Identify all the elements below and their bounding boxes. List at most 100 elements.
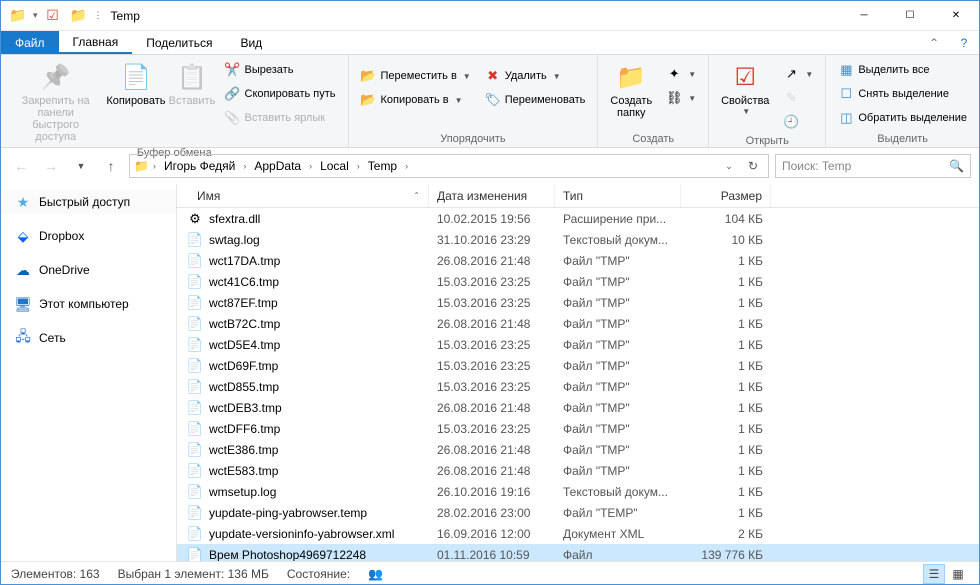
shortcut-icon: 📎	[225, 110, 241, 126]
copy-button[interactable]: 📄 Копировать	[108, 59, 163, 109]
file-row[interactable]: 📄Врем Photoshop496971224801.11.2016 10:5…	[177, 544, 979, 561]
file-row[interactable]: 📄wct87EF.tmp15.03.2016 23:25Файл "TMP"1 …	[177, 292, 979, 313]
file-row[interactable]: 📄wmsetup.log26.10.2016 19:16Текстовый до…	[177, 481, 979, 502]
crumb-2[interactable]: Local	[316, 159, 353, 173]
thumbnails-view-button[interactable]: ▦	[947, 564, 969, 584]
file-type: Файл "TMP"	[555, 464, 681, 478]
addr-dropdown[interactable]: ⌄	[718, 161, 740, 172]
search-input[interactable]: Поиск: Temp 🔍	[775, 154, 971, 178]
file-row[interactable]: 📄wctB72C.tmp26.08.2016 21:48Файл "TMP"1 …	[177, 313, 979, 334]
file-row[interactable]: 📄yupdate-ping-yabrowser.temp28.02.2016 2…	[177, 502, 979, 523]
nav-network[interactable]: 🖧Сеть	[1, 326, 176, 350]
open-button[interactable]: ↗▼	[779, 63, 817, 85]
file-name: wctB72C.tmp	[209, 317, 280, 331]
maximize-button[interactable]: ☐	[887, 1, 933, 31]
help-button[interactable]: ?	[949, 31, 979, 54]
crumb-1[interactable]: AppData	[250, 159, 305, 173]
crumb-3[interactable]: Temp	[364, 159, 401, 173]
tab-view[interactable]: Вид	[226, 31, 276, 54]
file-row[interactable]: 📄wct41C6.tmp15.03.2016 23:25Файл "TMP"1 …	[177, 271, 979, 292]
tab-home[interactable]: Главная	[59, 31, 133, 54]
copy-to-button[interactable]: 📂Копировать в▼	[357, 89, 475, 111]
tab-file[interactable]: Файл	[1, 31, 59, 54]
invert-selection-button[interactable]: ◫Обратить выделение	[834, 107, 971, 129]
refresh-button[interactable]: ↻	[742, 159, 764, 173]
move-to-button[interactable]: 📂Переместить в▼	[357, 65, 475, 87]
titlebar: 📁 ▾ ☑ 📁 ⋮ Temp ─ ☐ ✕	[1, 1, 979, 31]
file-name: wctD69F.tmp	[209, 359, 278, 373]
status-count: Элементов: 163	[11, 567, 118, 581]
edit-button[interactable]: ✎	[779, 87, 817, 109]
nav-dropbox[interactable]: ⬙Dropbox	[1, 224, 176, 248]
file-row[interactable]: 📄swtag.log31.10.2016 23:29Текстовый доку…	[177, 229, 979, 250]
file-row[interactable]: ⚙sfextra.dll10.02.2015 19:56Расширение п…	[177, 208, 979, 229]
rename-button[interactable]: 🏷Переименовать	[481, 89, 590, 111]
scissors-icon: ✂️	[225, 62, 241, 78]
pc-icon: 🖥	[15, 296, 31, 312]
tab-share[interactable]: Поделиться	[132, 31, 226, 54]
crumb-0[interactable]: Игорь Федяй	[160, 159, 239, 173]
new-folder-button[interactable]: 📁 Создать папку	[606, 59, 656, 121]
col-name[interactable]: Имя⌃	[177, 184, 429, 207]
rows[interactable]: ⚙sfextra.dll10.02.2015 19:56Расширение п…	[177, 208, 979, 561]
select-none-button[interactable]: ☐Снять выделение	[834, 83, 971, 105]
file-type: Файл "TMP"	[555, 317, 681, 331]
folder-icon[interactable]: 📁	[7, 5, 29, 27]
back-button[interactable]: ←	[9, 154, 33, 178]
paste-button[interactable]: 📋 Вставить	[169, 59, 214, 109]
new-folder-qat[interactable]: 📁	[68, 5, 90, 27]
copy-path-button[interactable]: 🔗Скопировать путь	[221, 83, 340, 105]
breadcrumb[interactable]: 📁 › Игорь Федяй› AppData› Local› Temp› ⌄…	[129, 154, 769, 178]
file-row[interactable]: 📄yupdate-versioninfo-yabrowser.xml16.09.…	[177, 523, 979, 544]
history-button[interactable]: 🕘	[779, 111, 817, 133]
nav-onedrive[interactable]: ☁OneDrive	[1, 258, 176, 282]
history-dropdown[interactable]: ▼	[69, 154, 93, 178]
file-date: 15.03.2016 23:25	[429, 275, 555, 289]
file-type: Текстовый докум...	[555, 233, 681, 247]
file-name: wct17DA.tmp	[209, 254, 280, 268]
file-date: 10.02.2015 19:56	[429, 212, 555, 226]
details-view-button[interactable]: ☰	[923, 564, 945, 584]
forward-button[interactable]: →	[39, 154, 63, 178]
properties-qat[interactable]: ☑	[42, 5, 64, 27]
pin-to-quick-access-button[interactable]: 📌 Закрепить на панели быстрого доступа	[9, 59, 102, 145]
file-list: Имя⌃ Дата изменения Тип Размер ⚙sfextra.…	[177, 184, 979, 561]
nav-this-pc[interactable]: 🖥Этот компьютер	[1, 292, 176, 316]
cut-button[interactable]: ✂️Вырезать	[221, 59, 340, 81]
delete-button[interactable]: ✖Удалить▼	[481, 65, 590, 87]
properties-button[interactable]: ☑ Свойства ▼	[717, 59, 773, 118]
up-button[interactable]: ↑	[99, 154, 123, 178]
ribbon-collapse-button[interactable]: ⌃	[919, 31, 949, 54]
file-row[interactable]: 📄wct17DA.tmp26.08.2016 21:48Файл "TMP"1 …	[177, 250, 979, 271]
new-item-icon: ✦	[666, 66, 682, 82]
easy-access-button[interactable]: ⛓▼	[662, 87, 700, 109]
chevron-right-icon[interactable]: ›	[151, 161, 158, 171]
file-size: 139 776 КБ	[681, 548, 771, 562]
file-row[interactable]: 📄wctDEB3.tmp26.08.2016 21:48Файл "TMP"1 …	[177, 397, 979, 418]
col-size[interactable]: Размер	[681, 184, 771, 207]
invert-icon: ◫	[838, 110, 854, 126]
file-row[interactable]: 📄wctD69F.tmp15.03.2016 23:25Файл "TMP"1 …	[177, 355, 979, 376]
file-row[interactable]: 📄wctE583.tmp26.08.2016 21:48Файл "TMP"1 …	[177, 460, 979, 481]
file-row[interactable]: 📄wctE386.tmp26.08.2016 21:48Файл "TMP"1 …	[177, 439, 979, 460]
file-row[interactable]: 📄wctD855.tmp15.03.2016 23:25Файл "TMP"1 …	[177, 376, 979, 397]
dropbox-icon: ⬙	[15, 228, 31, 244]
column-headers: Имя⌃ Дата изменения Тип Размер	[177, 184, 979, 208]
file-size: 104 КБ	[681, 212, 771, 226]
file-name: wct41C6.tmp	[209, 275, 279, 289]
paste-shortcut-button[interactable]: 📎Вставить ярлык	[221, 107, 340, 129]
close-button[interactable]: ✕	[933, 1, 979, 31]
edit-icon: ✎	[783, 90, 799, 106]
col-date[interactable]: Дата изменения	[429, 184, 555, 207]
file-row[interactable]: 📄wctD5E4.tmp15.03.2016 23:25Файл "TMP"1 …	[177, 334, 979, 355]
select-all-button[interactable]: ▦Выделить все	[834, 59, 971, 81]
file-icon: 📄	[187, 421, 203, 437]
nav-quick-access[interactable]: ★Быстрый доступ	[1, 190, 176, 214]
file-icon: 📄	[187, 505, 203, 521]
minimize-button[interactable]: ─	[841, 1, 887, 31]
search-icon: 🔍	[949, 159, 964, 173]
new-item-button[interactable]: ✦▼	[662, 63, 700, 85]
file-row[interactable]: 📄wctDFF6.tmp15.03.2016 23:25Файл "TMP"1 …	[177, 418, 979, 439]
status-selected: Выбран 1 элемент: 136 МБ	[118, 567, 287, 581]
col-type[interactable]: Тип	[555, 184, 681, 207]
